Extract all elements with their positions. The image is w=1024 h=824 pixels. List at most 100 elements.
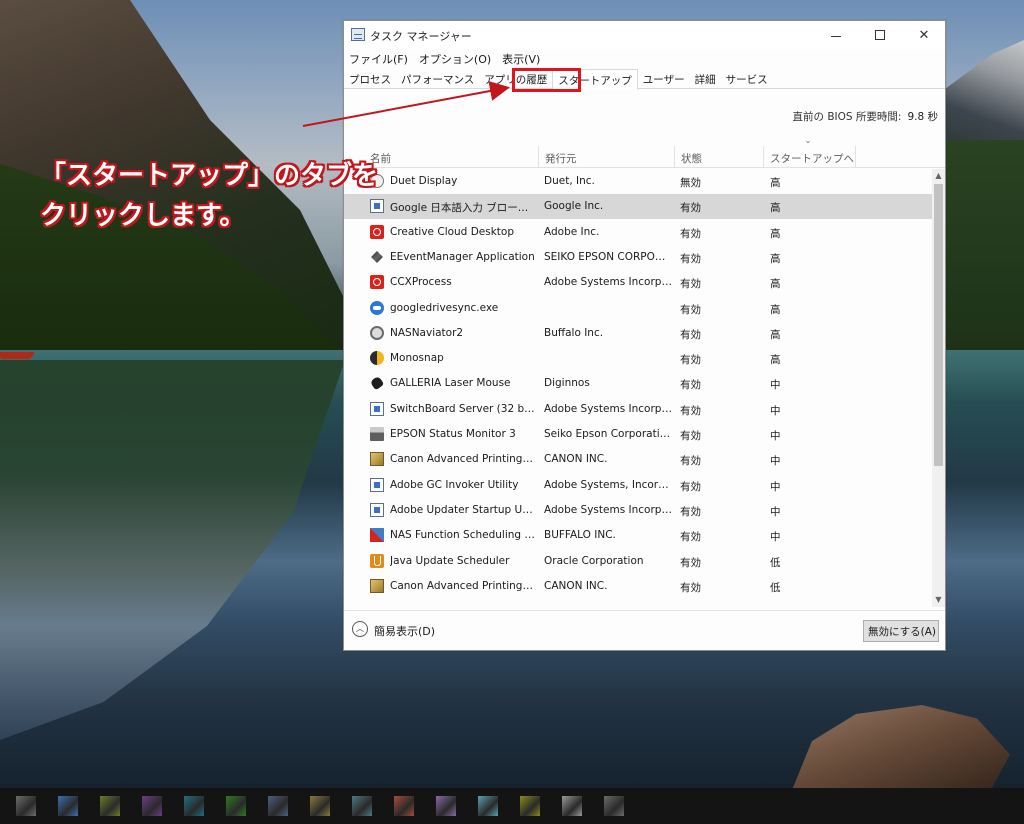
taskbar-app-icon[interactable] — [520, 796, 540, 816]
window-icon — [370, 477, 384, 492]
tab-strip: プロセス パフォーマンス アプリの履歴 スタートアップ ユーザー 詳細 サービス — [344, 69, 945, 90]
status-cell: 有効 — [680, 455, 701, 468]
column-header-row: 名前 発行元 状態 スタートアップへの... — [344, 146, 945, 168]
table-row[interactable]: Google 日本語入力 ブローカー Google Inc. 有効 高 — [344, 194, 932, 220]
status-cell: 有効 — [680, 531, 701, 544]
window-icon — [370, 502, 384, 517]
app-name-cell: Adobe GC Invoker Utility — [390, 478, 519, 491]
table-row[interactable]: googledrivesync.exe 有効 高 — [344, 296, 932, 321]
table-row[interactable]: Duet Display Duet, Inc. 無効 高 — [344, 169, 932, 194]
app-name-cell: NAS Function Scheduling Application — [390, 529, 535, 542]
status-cell: 有効 — [680, 303, 701, 316]
app-name-cell: EEventManager Application — [390, 250, 535, 263]
printer-icon — [370, 427, 384, 441]
column-header-publisher[interactable]: 発行元 — [539, 146, 675, 168]
scroll-up-icon[interactable]: ▲ — [932, 169, 945, 183]
publisher-cell: CANON INC. — [544, 453, 608, 466]
status-cell: 有効 — [680, 328, 701, 341]
table-row[interactable]: Java Update Scheduler Oracle Corporation 有… — [344, 549, 932, 574]
app-name-cell: CCXProcess — [390, 276, 452, 289]
title-bar[interactable]: タスク マネージャー ✕ — [344, 21, 945, 49]
close-button[interactable]: ✕ — [902, 21, 946, 49]
app-name-cell: Creative Cloud Desktop — [390, 225, 514, 238]
maximize-button[interactable] — [858, 21, 902, 49]
column-header-startup-impact[interactable]: スタートアップへの... — [764, 146, 856, 168]
publisher-cell: Adobe Systems Incorporated — [544, 503, 672, 516]
column-header-name[interactable]: 名前 — [364, 146, 539, 168]
scroll-down-icon[interactable]: ▼ — [932, 593, 945, 607]
publisher-cell: Adobe Systems Incorporated — [544, 276, 672, 289]
canon-icon — [370, 452, 384, 467]
tab-startup[interactable]: スタートアップ — [552, 69, 638, 90]
menu-file[interactable]: ファイル(F) — [344, 49, 414, 69]
taskbar-app-icon[interactable] — [310, 796, 330, 816]
publisher-cell: Google Inc. — [544, 200, 604, 213]
taskbar-app-icon[interactable] — [226, 796, 246, 816]
table-row[interactable]: SwitchBoard Server (32 bit) Adobe Systems… — [344, 397, 932, 422]
impact-cell: 中 — [770, 404, 781, 417]
taskbar-app-icon[interactable] — [352, 796, 372, 816]
status-cell: 有効 — [680, 354, 701, 367]
status-cell: 有効 — [680, 404, 701, 417]
table-row[interactable]: Canon Advanced Printing Technology CANON … — [344, 447, 932, 472]
impact-cell: 高 — [770, 303, 781, 316]
vertical-scrollbar[interactable]: ▲ ▼ — [932, 169, 945, 607]
taskbar-app-icon[interactable] — [604, 796, 624, 816]
table-row[interactable]: EEventManager Application SEIKO EPSON COR… — [344, 245, 932, 270]
app-name-cell: Google 日本語入力 ブローカー — [390, 202, 535, 215]
menu-view[interactable]: 表示(V) — [497, 49, 546, 69]
status-cell: 有効 — [680, 480, 701, 493]
table-row[interactable]: EPSON Status Monitor 3 Seiko Epson Corpor… — [344, 422, 932, 447]
table-row[interactable]: NAS Function Scheduling Application BUFFA… — [344, 523, 932, 548]
maximize-icon — [875, 30, 885, 40]
publisher-cell: SEIKO EPSON CORPORATION — [544, 250, 672, 263]
taskbar-app-icon[interactable] — [184, 796, 204, 816]
table-row[interactable]: NASNaviator2 Buffalo Inc. 有効 高 — [344, 321, 932, 346]
fewer-details-link[interactable]: 簡易表示(D) — [374, 623, 435, 639]
disable-button[interactable]: 無効にする(A) — [863, 620, 939, 642]
app-name-cell: Duet Display — [390, 175, 458, 187]
tab-processes[interactable]: プロセス — [344, 69, 396, 89]
tab-app-history[interactable]: アプリの履歴 — [479, 69, 552, 89]
minimize-button[interactable] — [814, 21, 858, 49]
table-row[interactable]: Canon Advanced Printing Technology CANON … — [344, 574, 932, 599]
task-manager-icon — [351, 28, 365, 41]
taskbar-app-icon[interactable] — [562, 796, 582, 816]
impact-cell: 高 — [770, 252, 781, 265]
scroll-thumb[interactable] — [934, 184, 943, 466]
window-icon — [370, 401, 384, 416]
column-header-status[interactable]: 状態 — [675, 146, 764, 168]
taskbar-app-icon[interactable] — [394, 796, 414, 816]
status-cell: 有効 — [680, 278, 701, 291]
footer-bar: ︿ 簡易表示(D) 無効にする(A) — [344, 610, 945, 650]
tab-performance[interactable]: パフォーマンス — [396, 69, 479, 89]
canon-icon — [370, 578, 384, 593]
buffalo-icon — [370, 325, 384, 340]
table-row[interactable]: Creative Cloud Desktop Adobe Inc. 有効 高 — [344, 220, 932, 245]
taskbar-app-icon[interactable] — [436, 796, 456, 816]
table-row[interactable]: GALLERIA Laser Mouse Diginnos 有効 中 — [344, 371, 932, 396]
publisher-cell: Adobe Inc. — [544, 225, 600, 238]
taskbar-app-icon[interactable] — [268, 796, 288, 816]
table-row[interactable]: Monosnap 有効 高 — [344, 346, 932, 371]
app-name-cell: Canon Advanced Printing Technology — [390, 579, 535, 592]
tab-services[interactable]: サービス — [721, 69, 773, 89]
taskbar-app-icon[interactable] — [16, 796, 36, 816]
impact-cell: 中 — [770, 455, 781, 468]
chevron-up-icon[interactable]: ︿ — [352, 621, 368, 637]
impact-cell: 中 — [770, 379, 781, 392]
table-row[interactable]: Adobe GC Invoker Utility Adobe Systems, I… — [344, 473, 932, 498]
taskbar-app-icon[interactable] — [142, 796, 162, 816]
window-title: タスク マネージャー — [370, 30, 472, 43]
table-row[interactable]: Adobe Updater Startup Utility Adobe Syste… — [344, 498, 932, 523]
publisher-cell: Duet, Inc. — [544, 175, 595, 187]
tab-details[interactable]: 詳細 — [690, 69, 721, 89]
app-name-cell: EPSON Status Monitor 3 — [390, 428, 516, 440]
taskbar-app-icon[interactable] — [58, 796, 78, 816]
tab-users[interactable]: ユーザー — [638, 69, 690, 89]
menu-options[interactable]: オプション(O) — [414, 49, 497, 69]
table-row[interactable]: CCXProcess Adobe Systems Incorporated 有効 高 — [344, 270, 932, 295]
taskbar-app-icon[interactable] — [478, 796, 498, 816]
taskbar-app-icon[interactable] — [100, 796, 120, 816]
status-cell: 有効 — [680, 505, 701, 518]
